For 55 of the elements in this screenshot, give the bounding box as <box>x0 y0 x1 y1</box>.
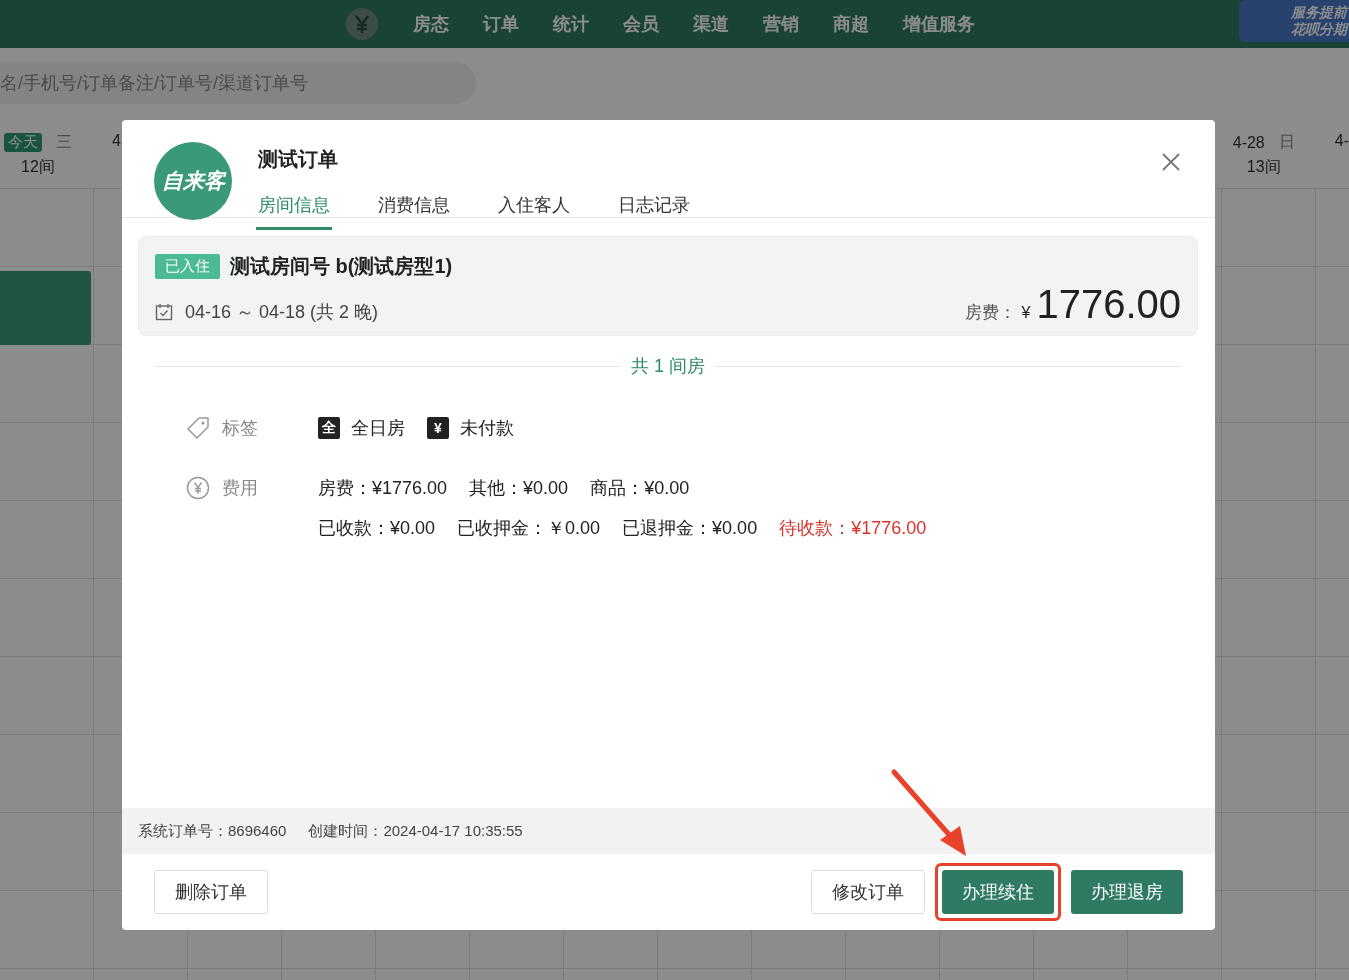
fees-label: 费用 <box>222 477 258 500</box>
promo-banner[interactable]: 服务提前 花呗分期 <box>1239 0 1349 42</box>
nav-item[interactable]: 营销 <box>762 12 799 36</box>
room-count: 共 1 间房 <box>631 355 705 378</box>
calendar-icon <box>155 303 173 321</box>
order-meta: 创建时间：2024-04-17 10:35:55 <box>308 821 523 841</box>
fee-amount: 1776.00 <box>1036 282 1181 326</box>
tag-glyph-icon: 全 <box>318 417 340 439</box>
date-label: 4- <box>1334 132 1349 150</box>
tag-label: 未付款 <box>460 417 514 440</box>
dialog-title: 测试订单 <box>258 147 339 172</box>
nav-item[interactable]: 增值服务 <box>902 12 975 36</box>
nav-item[interactable]: 房态 <box>412 12 449 36</box>
nav-item[interactable]: 渠道 <box>692 12 729 36</box>
fee-item: 待收款：¥1776.00 <box>779 517 927 540</box>
weekday-label: 日 <box>1278 132 1295 152</box>
fee-item: 已收款：¥0.00 <box>318 517 436 540</box>
order-meta: 系统订单号：8696460 <box>138 821 287 841</box>
action-button[interactable]: 办理退房 <box>1071 870 1183 914</box>
tab[interactable]: 消费信息 <box>376 193 452 230</box>
close-icon[interactable] <box>1161 152 1181 172</box>
nav-item[interactable]: 订单 <box>482 12 519 36</box>
room-count-label: 12间 <box>21 157 55 177</box>
action-button[interactable]: 修改订单 <box>811 870 925 914</box>
fee-item: 商品：¥0.00 <box>590 477 690 500</box>
nav-item[interactable]: 统计 <box>552 12 589 36</box>
yen-icon <box>344 7 379 41</box>
currency-symbol: ¥ <box>1021 304 1031 322</box>
nav-item[interactable]: 会员 <box>622 12 659 36</box>
today-badge: 今天 <box>4 133 42 152</box>
fee-item: 房费：¥1776.00 <box>318 477 448 500</box>
date-label: 4-28 <box>1232 133 1265 152</box>
room-count-label: 13间 <box>1246 157 1281 177</box>
tag-label: 全日房 <box>351 417 405 440</box>
tab[interactable]: 日志记录 <box>616 193 692 230</box>
fee-item: 已收押金：￥0.00 <box>457 517 601 540</box>
action-button[interactable]: 删除订单 <box>154 870 268 914</box>
status-badge: 已入住 <box>155 254 220 279</box>
weekday-label: 三 <box>56 132 72 152</box>
search-field[interactable]: 名/手机号/订单备注/订单号/渠道订单号 <box>0 62 476 104</box>
fee-item: 已退押金：¥0.00 <box>622 517 758 540</box>
stay-dates: 04-16 ～ 04-18 (共 2 晚) <box>185 301 379 324</box>
logo-badge: 自来客 <box>154 142 232 220</box>
yen-circle-icon <box>186 476 210 500</box>
nav-item[interactable]: 商超 <box>832 12 869 36</box>
room-name: 测试房间号 b(测试房型1) <box>230 254 453 279</box>
tag-icon <box>186 416 210 440</box>
fee-label: 房费： <box>964 302 1016 324</box>
tag-glyph-icon: ¥ <box>427 417 449 439</box>
tab[interactable]: 入住客人 <box>496 193 572 230</box>
date-label: 4 <box>112 132 121 150</box>
fee-item: 其他：¥0.00 <box>469 477 569 500</box>
action-button[interactable]: 办理续住 <box>942 870 1054 914</box>
tab[interactable]: 房间信息 <box>256 193 332 230</box>
tags-label: 标签 <box>222 417 258 440</box>
